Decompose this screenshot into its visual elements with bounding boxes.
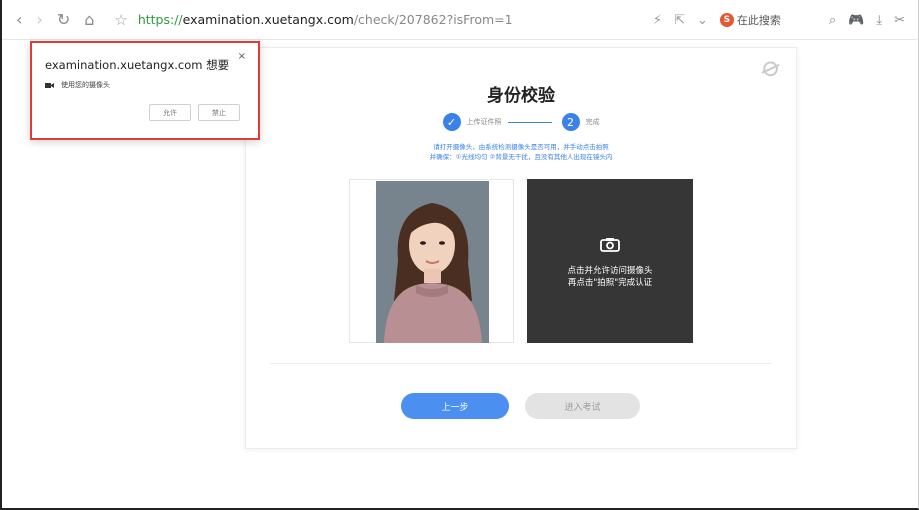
camera-text-line-2: 再点击"拍照"完成认证 [567, 278, 653, 288]
lightning-icon[interactable]: ⚡ [653, 13, 662, 28]
chevron-down-icon[interactable]: ⌄ [697, 13, 708, 28]
block-button[interactable]: 禁止 [198, 104, 240, 121]
step-2-number: 2 [561, 113, 580, 131]
permission-row: 使用您的摄像头 [45, 80, 110, 90]
share-icon[interactable]: ⇱ [674, 13, 685, 28]
step-2-label: 完成 [585, 118, 600, 126]
popup-title: examination.xuetangx.com 想要 [45, 58, 230, 72]
camera-capture-area[interactable]: 点击并允许访问摄像头 再点击"拍照"完成认证 [527, 179, 693, 343]
portrait-illustration [376, 181, 489, 343]
home-icon[interactable]: ⌂ [84, 10, 94, 30]
search-icon[interactable]: ⌕ [829, 13, 836, 28]
url-scheme: https:// [137, 12, 183, 27]
reload-icon[interactable]: ↻ [57, 10, 70, 30]
page-title: 身份校验 [487, 86, 555, 106]
game-icon[interactable]: 🎮 [848, 13, 864, 28]
enter-exam-button[interactable]: 进入考试 [525, 393, 640, 419]
url-host: examination.xuetangx.com [182, 12, 354, 27]
camera-text-line-1: 点击并允许访问摄像头 [567, 266, 653, 276]
camera-instructions: 点击并允许访问摄像头 再点击"拍照"完成认证 [527, 265, 693, 289]
back-icon[interactable]: ‹ [16, 10, 22, 30]
instruction-note: 请打开摄像头，由系统检测摄像头是否可用，并手动点击拍照 并确保：①光线均匀 ②背… [246, 142, 796, 162]
search-engine-box[interactable]: S 在此搜索 [719, 12, 781, 28]
forward-icon[interactable]: › [36, 10, 42, 30]
permission-description: 使用您的摄像头 [61, 81, 110, 89]
download-icon[interactable]: ⤓ [876, 13, 882, 28]
step-indicator: ✓ 上传证件照 2 完成 [246, 113, 796, 131]
instruction-line-2: 并确保：①光线均匀 ②背景无干扰，且没有其他人出现在镜头内 [429, 153, 613, 161]
previous-step-button[interactable]: 上一步 [401, 393, 509, 419]
nav-buttons: ‹ › ↻ ⌂ [16, 10, 108, 30]
bookmark-star-icon[interactable]: ☆ [114, 11, 127, 29]
allow-button[interactable]: 允许 [149, 104, 191, 121]
divider [270, 363, 772, 364]
id-photo [376, 181, 489, 343]
browser-toolbar: ‹ › ↻ ⌂ ☆ https://examination.xuetangx.c… [2, 0, 917, 40]
instruction-line-1: 请打开摄像头，由系统检测摄像头是否可用，并手动点击拍照 [433, 143, 609, 151]
scissors-icon[interactable]: ✂ [894, 13, 905, 28]
video-camera-icon [45, 82, 54, 88]
id-photo-frame [349, 179, 514, 343]
address-bar[interactable]: https://examination.xuetangx.com/check/2… [138, 12, 513, 27]
step-connector [507, 121, 552, 123]
paperclip-icon: ⌀ [758, 48, 786, 85]
step-1-label: 上传证件照 [466, 118, 502, 126]
search-label: 在此搜索 [736, 14, 781, 27]
sogou-logo-icon: S [719, 13, 734, 27]
camera-permission-popup: examination.xuetangx.com 想要 × 使用您的摄像头 允许… [30, 41, 260, 140]
close-icon[interactable]: × [238, 51, 246, 62]
toolbar-right: ⚡ ⇱ ⌄ S 在此搜索 ⌕ 🎮 ⤓ ✂ [653, 0, 917, 40]
camera-icon[interactable] [600, 237, 620, 252]
identity-verification-card: ⌀ 身份校验 ✓ 上传证件照 2 完成 请打开摄像头，由系统检测摄像头是否可用，… [245, 47, 797, 449]
step-1-check-icon: ✓ [442, 113, 461, 131]
url-path: /check/207862?isFrom=1 [353, 12, 513, 27]
